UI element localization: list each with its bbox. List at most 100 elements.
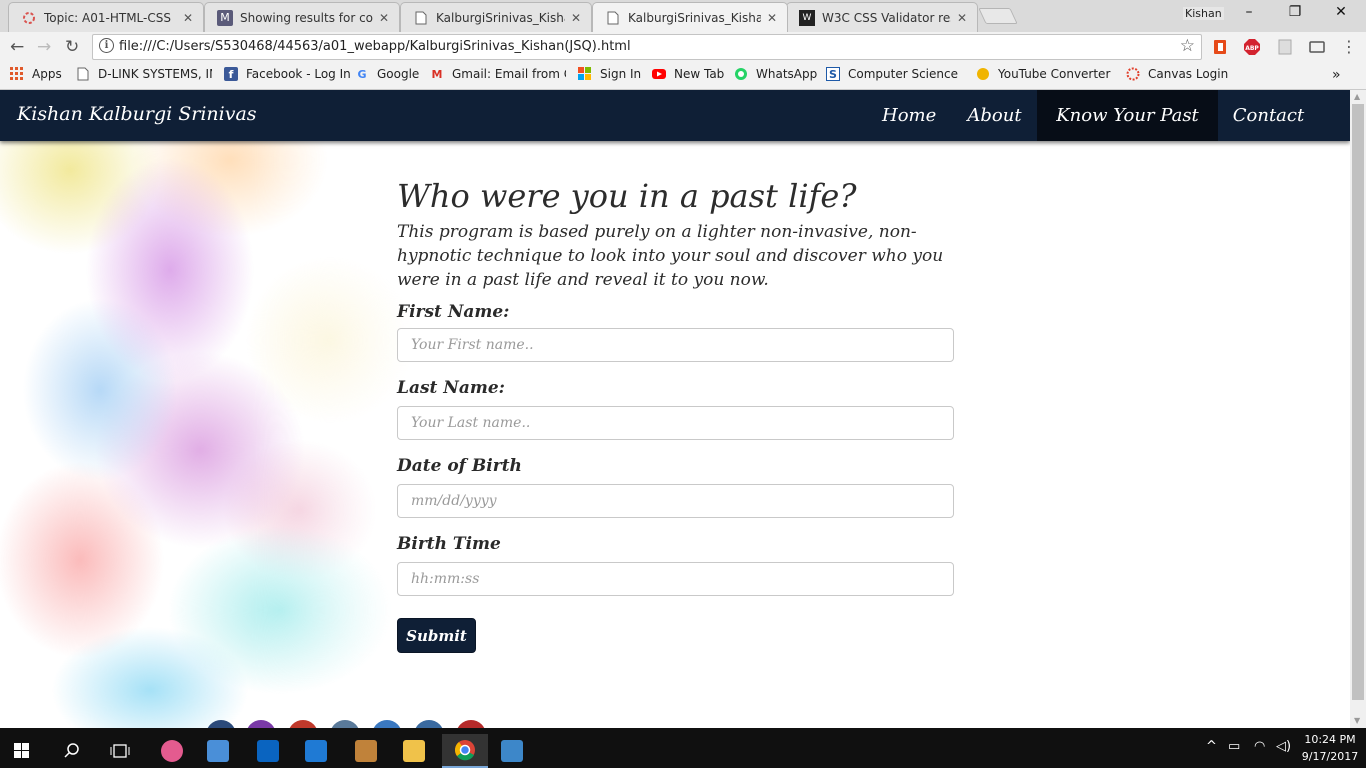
date-of-birth-input[interactable] [397,484,954,518]
intro-text: This program is based purely on a lighte… [397,222,944,290]
close-icon[interactable]: ✕ [957,11,967,25]
bookmark-canvas[interactable]: Canvas Login [1126,67,1228,81]
bookmark-label: Sign In [600,67,642,81]
scroll-thumb[interactable] [1352,104,1364,700]
s-icon: S [826,67,840,81]
reload-icon[interactable]: ↻ [65,37,79,57]
page-scrollbar[interactable]: ▲ ▼ [1350,90,1366,728]
search-favicon: M [217,9,233,26]
pdf-extension-icon[interactable] [1276,38,1294,56]
wifi-icon[interactable]: ◠ [1254,739,1265,754]
canvas-icon [1126,67,1140,81]
minimize-icon[interactable]: – [1234,4,1264,20]
last-name-input[interactable] [397,406,954,440]
tray-up-arrow-icon[interactable]: ^ [1206,739,1217,754]
bookmark-youtube-converter[interactable]: YouTube Converter & [976,67,1112,81]
url-text[interactable]: file:///C:/Users/S530468/44563/a01_webap… [119,39,631,54]
info-icon[interactable]: i [99,38,114,53]
new-tab-button[interactable] [978,8,1018,24]
outlook-icon[interactable] [248,734,288,768]
birth-time-input[interactable] [397,562,954,596]
taskbar-clock[interactable]: 10:24 PM 9/17/2017 [1298,731,1362,765]
forward-icon[interactable]: → [37,37,51,57]
page-icon [605,10,621,26]
bookmark-whatsapp[interactable]: WhatsApp [734,67,817,81]
windows-start-icon[interactable] [2,734,42,768]
close-window-icon[interactable]: ✕ [1326,4,1356,20]
converter-icon [976,67,990,81]
bookmark-label: Computer Science En [848,67,962,81]
browser-tab-strip: Topic: A01-HTML-CSS ✕ M Showing results … [0,0,1366,32]
bookmark-sign-in[interactable]: Sign In [578,67,641,81]
browser-tab[interactable]: M Showing results for conte ✕ [204,2,400,32]
svg-text:ABP: ABP [1245,45,1259,52]
java-app-icon[interactable] [346,734,386,768]
loading-ring-icon [21,10,37,26]
site-navbar: Kishan Kalburgi Srinivas Home About Know… [0,90,1350,141]
bookmarks-overflow-icon[interactable]: » [1332,67,1341,83]
browser-tab-active[interactable]: KalburgiSrinivas_KishanH ✕ [592,2,788,32]
3d-app-icon[interactable] [198,734,238,768]
chrome-icon[interactable] [442,734,488,768]
browser-tab[interactable]: W W3C CSS Validator result ✕ [786,2,978,32]
battery-icon[interactable]: ▭ [1228,739,1240,754]
visual-studio-icon[interactable] [296,734,336,768]
paint-app-icon[interactable] [152,734,192,768]
submit-button[interactable]: Submit [397,618,476,653]
nav-contact[interactable]: Contact [1218,90,1319,141]
nav-about[interactable]: About [952,90,1037,141]
close-icon[interactable]: ✕ [379,11,389,25]
bookmark-label: Apps [32,67,62,81]
w3c-icon: W [799,9,815,26]
scroll-up-icon[interactable]: ▲ [1354,92,1360,101]
bookmark-label: Gmail: Email from Go [452,67,566,81]
bookmarks-bar: Apps D-LINK SYSTEMS, INC f Facebook - Lo… [0,62,1366,90]
bookmark-computer-science[interactable]: S Computer Science En [826,67,962,81]
menu-icon[interactable]: ⋮ [1340,38,1358,56]
task-view-icon[interactable] [100,734,140,768]
close-icon[interactable]: ✕ [767,11,777,25]
cast-icon[interactable] [1308,38,1326,56]
whatsapp-icon [734,67,748,81]
address-bar[interactable]: i file:///C:/Users/S530468/44563/a01_web… [92,34,1202,60]
back-icon[interactable]: ← [10,37,24,57]
clock-date: 9/17/2017 [1301,750,1359,763]
restore-icon[interactable]: ❐ [1280,4,1310,20]
apps-grid-icon [10,67,24,81]
windows-taskbar: ^ ▭ ◠ ◁) 10:24 PM 9/17/2017 [0,728,1366,768]
volume-icon[interactable]: ◁) [1276,739,1291,754]
bookmark-dlink[interactable]: D-LINK SYSTEMS, INC [76,67,212,81]
tab-title: Showing results for conte [240,10,373,25]
tab-title: KalburgiSrinivas_KishanH [628,10,761,25]
google-icon: G [357,67,367,81]
bookmark-apps[interactable]: Apps [10,67,62,81]
bookmark-label: Facebook - Log In [246,67,351,81]
facebook-icon: f [224,67,238,81]
site-brand[interactable]: Kishan Kalburgi Srinivas [17,103,257,125]
bookmark-label: Canvas Login [1148,67,1229,81]
close-icon[interactable]: ✕ [571,11,581,25]
adblock-icon[interactable]: ABP [1243,38,1261,56]
control-panel-icon[interactable] [492,734,532,768]
star-icon[interactable]: ☆ [1180,36,1195,56]
bookmark-new-tab[interactable]: New Tab [652,67,724,81]
birth-time-label: Birth Time [397,534,501,554]
bookmark-facebook[interactable]: f Facebook - Log In [224,67,351,81]
bookmark-gmail[interactable]: M Gmail: Email from Go [430,67,566,81]
nav-know-your-past[interactable]: Know Your Past [1037,90,1218,141]
profile-name[interactable]: Kishan [1183,7,1224,20]
search-icon[interactable] [52,734,92,768]
scroll-down-icon[interactable]: ▼ [1354,716,1360,725]
browser-tab[interactable]: KalburgiSrinivas_KishanH ✕ [400,2,592,32]
first-name-input[interactable] [397,328,954,362]
file-explorer-icon[interactable] [394,734,434,768]
nav-home[interactable]: Home [868,90,950,141]
tab-title: Topic: A01-HTML-CSS [44,10,171,25]
browser-tab[interactable]: Topic: A01-HTML-CSS ✕ [8,2,204,32]
close-icon[interactable]: ✕ [183,11,193,25]
bookmark-google[interactable]: G Google [355,67,419,81]
youtube-icon [652,67,666,81]
tab-title: W3C CSS Validator result [822,10,951,25]
office-icon[interactable] [1211,38,1229,56]
tab-title: KalburgiSrinivas_KishanH [436,10,565,25]
